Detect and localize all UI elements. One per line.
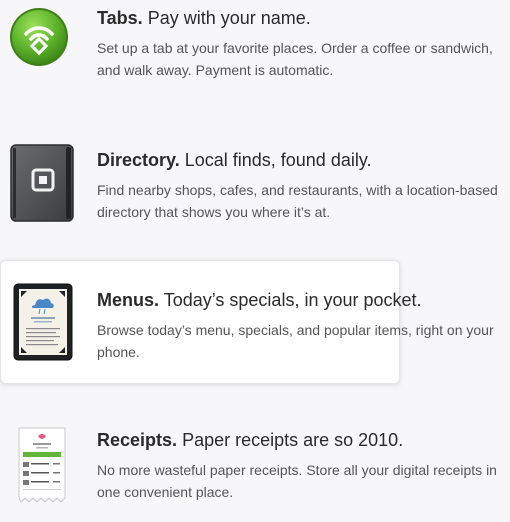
feature-name: Menus.	[97, 290, 160, 310]
tab-signal-icon	[8, 6, 70, 73]
feature-tabs: Tabs. Pay with your name. Set up a tab a…	[0, 0, 510, 100]
feature-headline: Menus. Today’s specials, in your pocket.	[97, 289, 502, 311]
feature-name: Directory.	[97, 150, 180, 170]
feature-tagline: Today’s specials, in your pocket.	[163, 290, 422, 310]
feature-menus: Menus. Today’s specials, in your pocket.…	[0, 260, 510, 382]
feature-description: Browse today’s menu, specials, and popul…	[97, 322, 494, 360]
feature-description: No more wasteful paper receipts. Store a…	[97, 462, 497, 500]
feature-receipts: Receipts. Paper receipts are so 2010. No…	[0, 420, 510, 520]
menu-card-icon	[13, 283, 73, 366]
receipt-icon	[17, 426, 67, 509]
feature-description: Set up a tab at your favorite places. Or…	[97, 40, 493, 78]
feature-name: Receipts.	[97, 430, 178, 450]
directory-book-icon	[10, 144, 76, 227]
feature-directory: Directory. Local finds, found daily. Fin…	[0, 140, 510, 240]
feature-headline: Receipts. Paper receipts are so 2010.	[97, 429, 502, 451]
feature-headline: Tabs. Pay with your name.	[97, 7, 502, 29]
feature-tagline: Pay with your name.	[147, 8, 311, 28]
feature-tagline: Paper receipts are so 2010.	[182, 430, 404, 450]
feature-headline: Directory. Local finds, found daily.	[97, 149, 502, 171]
feature-description: Find nearby shops, cafes, and restaurant…	[97, 182, 498, 220]
feature-tagline: Local finds, found daily.	[184, 150, 372, 170]
feature-name: Tabs.	[97, 8, 143, 28]
